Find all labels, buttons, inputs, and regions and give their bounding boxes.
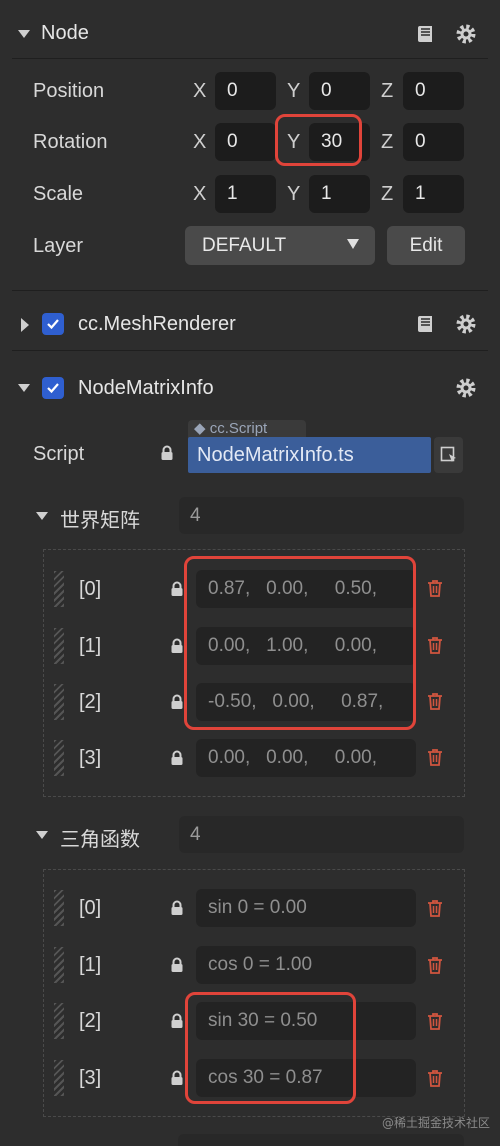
world-matrix-row-index: [2] (79, 691, 102, 713)
lock-icon (171, 694, 183, 709)
trash-icon[interactable] (427, 1069, 443, 1087)
layer-edit-button[interactable]: Edit (387, 226, 465, 265)
mesh-enabled-checkbox[interactable] (42, 313, 64, 335)
drag-handle[interactable] (54, 1060, 64, 1096)
scale-z-label: Z (381, 183, 394, 205)
layer-select[interactable]: DEFAULT (185, 226, 375, 265)
trash-icon[interactable] (427, 692, 443, 710)
script-label: Script (33, 443, 85, 465)
node-header-title: Node (41, 22, 89, 44)
watermark: @稀土掘金技术社区 (381, 1116, 490, 1130)
checkmark-icon (47, 383, 59, 394)
trash-icon[interactable] (427, 579, 443, 597)
layer-select-value: DEFAULT (202, 234, 287, 256)
trig-highlight (185, 992, 356, 1104)
gear-icon[interactable] (455, 313, 477, 335)
world-matrix-row-index: [1] (79, 635, 102, 657)
trig-row-index: [2] (79, 1010, 102, 1032)
drag-handle[interactable] (54, 1003, 64, 1039)
mesh-title: cc.MeshRenderer (78, 313, 236, 335)
lock-icon (171, 1070, 183, 1085)
drag-handle[interactable] (54, 684, 64, 720)
rotation-z-input[interactable]: 0 (403, 123, 464, 161)
position-y-input[interactable]: 0 (309, 72, 370, 110)
position-y-label: Y (287, 80, 301, 102)
drag-handle[interactable] (54, 947, 64, 983)
rotation-x-input[interactable]: 0 (215, 123, 276, 161)
collapse-world-matrix-arrow[interactable] (36, 512, 48, 520)
gear-icon[interactable] (455, 23, 477, 45)
trash-icon[interactable] (427, 748, 443, 766)
world-matrix-title: 世界矩阵 (60, 510, 140, 532)
drag-handle[interactable] (54, 571, 64, 607)
world-matrix-row-index: [0] (79, 578, 102, 600)
position-label: Position (33, 80, 105, 102)
trig-row-index: [3] (79, 1067, 102, 1089)
rotation-y-highlight (275, 114, 362, 166)
expand-mesh-arrow[interactable] (21, 318, 29, 332)
position-z-input[interactable]: 0 (403, 72, 464, 110)
position-x-input[interactable]: 0 (215, 72, 276, 110)
position-z-label: Z (381, 80, 394, 102)
layer-label: Layer (33, 235, 84, 257)
trig-count-input[interactable]: 4 (179, 816, 464, 853)
world-matrix-row-value: 0.00, 0.00, 0.00, (196, 739, 416, 777)
world-matrix-row-index: [3] (79, 747, 102, 769)
trig-row-index: [1] (79, 954, 102, 976)
trash-icon[interactable] (427, 636, 443, 654)
next-property-field (178, 1134, 464, 1146)
trash-icon[interactable] (427, 956, 443, 974)
scale-y-input[interactable]: 1 (309, 175, 370, 213)
lock-icon (171, 957, 183, 972)
rotation-x-label: X (193, 131, 207, 153)
drag-handle[interactable] (54, 740, 64, 776)
lock-icon (171, 900, 183, 915)
gear-icon[interactable] (455, 377, 477, 399)
file-picker-icon (440, 446, 456, 462)
checkmark-icon (47, 319, 59, 330)
collapse-node-arrow[interactable] (18, 30, 30, 38)
lock-icon (171, 1013, 183, 1028)
collapse-matrixinfo-arrow[interactable] (18, 384, 30, 392)
lock-icon (171, 638, 183, 653)
trig-row-value: sin 0 = 0.00 (196, 889, 416, 927)
trash-icon[interactable] (427, 1012, 443, 1030)
scale-z-input[interactable]: 1 (403, 175, 464, 213)
file-picker-button[interactable] (434, 437, 463, 473)
trig-row-value: cos 0 = 1.00 (196, 946, 416, 984)
scale-x-label: X (193, 183, 207, 205)
script-asset-field[interactable]: NodeMatrixInfo.ts (188, 437, 431, 473)
matrixinfo-enabled-checkbox[interactable] (42, 377, 64, 399)
scale-y-label: Y (287, 183, 301, 205)
world-matrix-count-input[interactable]: 4 (179, 497, 464, 534)
trig-title: 三角函数 (60, 829, 140, 851)
book-icon[interactable] (415, 313, 437, 335)
chevron-down-icon (347, 239, 359, 249)
lock-icon (161, 445, 173, 460)
position-x-label: X (193, 80, 207, 102)
drag-handle[interactable] (54, 890, 64, 926)
book-icon[interactable] (415, 23, 437, 45)
rotation-label: Rotation (33, 131, 108, 153)
script-tag: ◆ cc.Script (188, 420, 306, 438)
rotation-z-label: Z (381, 131, 394, 153)
scale-x-input[interactable]: 1 (215, 175, 276, 213)
lock-icon (171, 750, 183, 765)
scale-label: Scale (33, 183, 84, 205)
layer-edit-label: Edit (409, 234, 443, 256)
collapse-trig-arrow[interactable] (36, 831, 48, 839)
lock-icon (171, 581, 183, 596)
trig-row-index: [0] (79, 897, 102, 919)
trash-icon[interactable] (427, 899, 443, 917)
drag-handle[interactable] (54, 628, 64, 664)
world-matrix-highlight (184, 556, 416, 730)
matrixinfo-title: NodeMatrixInfo (78, 377, 214, 399)
